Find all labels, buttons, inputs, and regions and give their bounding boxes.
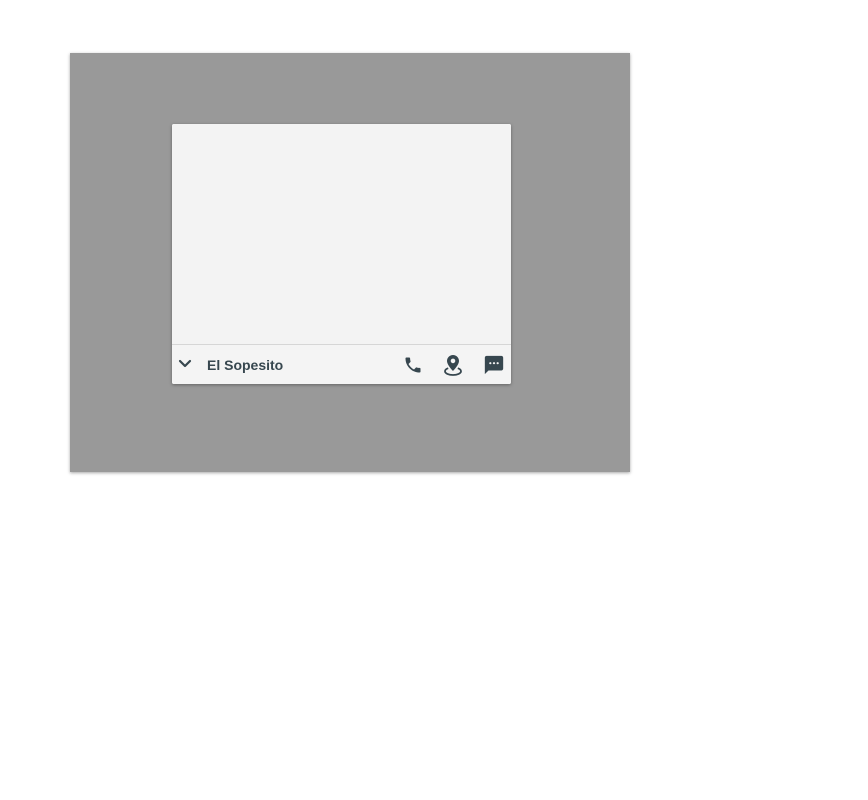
collapse-button[interactable]	[176, 355, 194, 373]
chat-bubble-icon	[483, 354, 505, 376]
card-footer: El Sopesito	[172, 344, 511, 384]
directions-button[interactable]	[441, 353, 465, 377]
modal-backdrop[interactable]: El Sopesito	[70, 53, 630, 472]
phone-icon	[403, 355, 423, 375]
message-button[interactable]	[482, 353, 506, 377]
location-pin-icon	[443, 354, 463, 376]
chevron-down-icon	[178, 359, 192, 369]
business-card: El Sopesito	[172, 124, 511, 384]
business-name: El Sopesito	[207, 357, 284, 373]
card-content-area	[172, 124, 511, 344]
call-button[interactable]	[401, 353, 425, 377]
